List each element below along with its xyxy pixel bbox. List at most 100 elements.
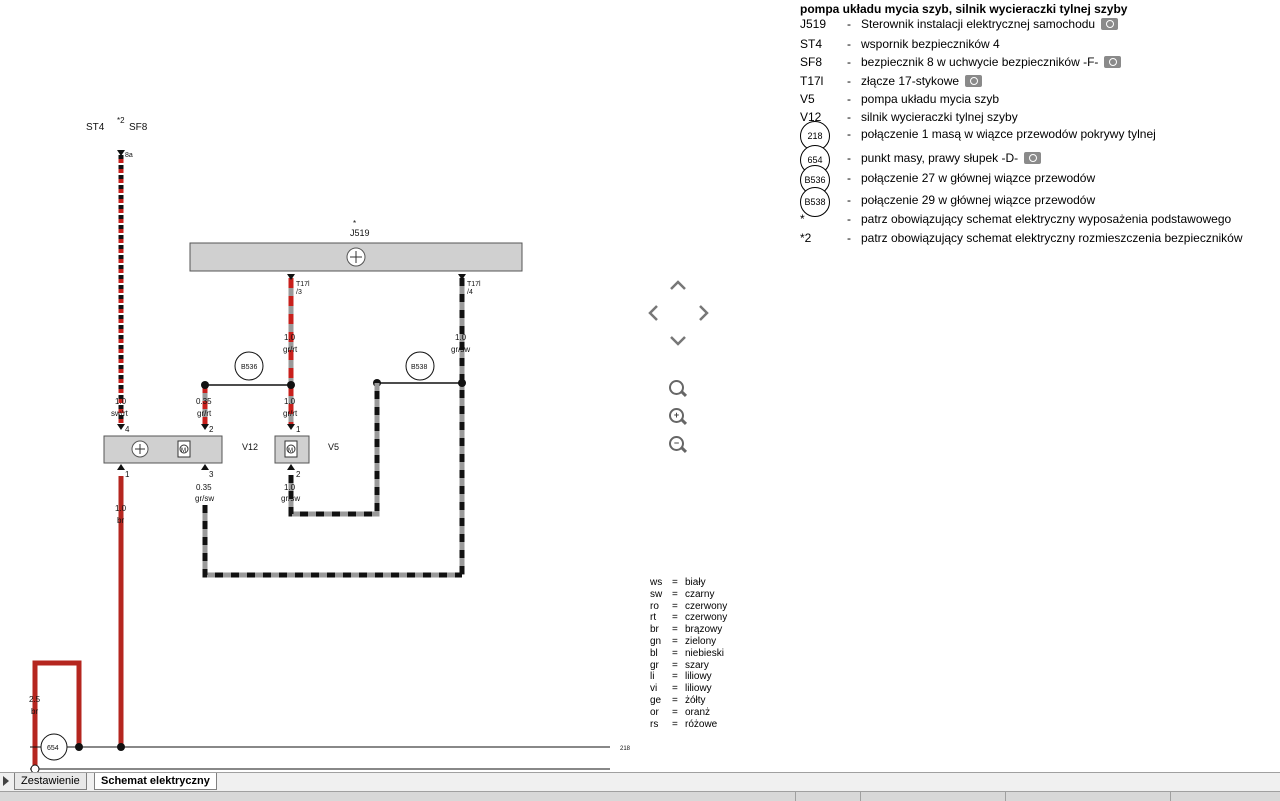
legend-desc-text: patrz obowiązujący schemat elektryczny w… [861, 212, 1232, 226]
zoom-out-icon[interactable]: − [668, 435, 688, 455]
label-w5-size: 1.0 [284, 397, 296, 406]
color-name: zielony [685, 635, 717, 647]
legend-desc: Sterownik instalacji elektrycznej samoch… [861, 17, 1119, 31]
color-name: liliowy [685, 683, 712, 695]
color-abbr: ge [650, 694, 662, 706]
legend-desc-text: złącze 17-stykowe [861, 74, 960, 88]
color-abbr: rt [650, 612, 657, 624]
b536-node-right [287, 381, 295, 389]
label-v12-pin2: 2 [209, 425, 214, 434]
legend-desc: punkt masy, prawy słupek -D- [861, 151, 1042, 165]
label-v5-pin1: 1 [296, 425, 301, 434]
color-abbr: br [650, 624, 659, 636]
equals-sign: = [672, 612, 678, 624]
legend-desc: połączenie 1 masą w wiązce przewodów pok… [861, 127, 1156, 141]
color-abbr: li [650, 671, 655, 683]
equals-sign: = [672, 659, 678, 671]
equals-sign: = [672, 671, 678, 683]
color-name: różowe [685, 718, 718, 730]
equals-sign: = [672, 624, 678, 636]
label-w7-col: gr/sw [195, 494, 214, 503]
color-name: biały [685, 577, 706, 588]
legend-desc: silnik wycieraczki tylnej szyby [861, 110, 1018, 124]
color-name: niebieski [685, 647, 724, 659]
label-v12-m: M [181, 448, 186, 454]
label-v12-pin1: 1 [125, 470, 130, 479]
legend-desc-text: połączenie 27 w głównej wiązce przewodów [861, 171, 1096, 185]
wiring-diagram: ST4 *2 SF8 8a * J519 T17l /3 T17l /4 1.0… [29, 116, 631, 772]
legend-dash: - [847, 37, 851, 51]
equals-sign: = [672, 600, 678, 612]
legend-dash: - [847, 74, 851, 88]
legend-title: pompa układu mycia szyb, silnik wycierac… [800, 2, 1128, 16]
label-sf8: SF8 [129, 122, 148, 133]
legend-code: T17l [800, 74, 824, 88]
color-name: szary [685, 659, 709, 671]
label-w4-col: gr/rt [197, 409, 212, 418]
label-v12-pin3: 3 [209, 470, 214, 479]
legend-dash: - [847, 55, 851, 69]
label-t17l-a-pin: /3 [296, 289, 302, 296]
equals-sign: = [672, 706, 678, 718]
label-w4-size: 0.35 [196, 397, 212, 406]
legend-code: * [800, 212, 805, 226]
color-abbr: or [650, 706, 659, 718]
legend-desc: połączenie 29 w głównej wiązce przewodów [861, 193, 1095, 207]
legend-code: V5 [800, 92, 815, 106]
zoom-in-icon[interactable]: + [668, 407, 688, 427]
color-name: liliowy [685, 671, 712, 683]
legend-dash: - [847, 17, 851, 31]
label-w3-col: sw/rt [111, 409, 129, 418]
pan-right-icon[interactable] [692, 302, 714, 324]
label-st4: ST4 [86, 122, 105, 133]
legend-desc-text: połączenie 1 masą w wiązce przewodów pok… [861, 127, 1156, 141]
pan-up-icon[interactable] [667, 275, 689, 297]
camera-icon[interactable] [1104, 56, 1122, 68]
b536-node-left [201, 381, 209, 389]
color-abbr: rs [650, 718, 659, 730]
label-w2-size: 1.0 [455, 333, 467, 342]
legend-dash: - [847, 171, 851, 185]
color-abbr: bl [650, 647, 658, 659]
label-w6-col: br [117, 516, 124, 525]
camera-icon[interactable] [1024, 152, 1042, 164]
tab-scroll-right-icon[interactable] [3, 776, 9, 786]
legend-dash: - [847, 193, 851, 207]
color-name: żółty [685, 694, 706, 706]
tab-schemat-elektryczny[interactable]: Schemat elektryczny [94, 773, 217, 790]
legend-desc: złącze 17-stykowe [861, 74, 983, 88]
label-w6-size: 1.0 [115, 504, 127, 513]
label-v12-pin4: 4 [125, 425, 130, 434]
equals-sign: = [672, 647, 678, 659]
legend-desc: połączenie 27 w głównej wiązce przewodów [861, 171, 1095, 185]
label-sf8-star: *2 [117, 116, 125, 125]
equals-sign: = [672, 635, 678, 647]
camera-icon[interactable] [965, 75, 983, 87]
legend-dash: - [847, 151, 851, 165]
equals-sign: = [672, 588, 678, 600]
color-name: brązowy [685, 624, 723, 636]
color-name: czerwony [685, 612, 728, 624]
label-w9-size: 2.5 [29, 695, 41, 704]
color-abbr: gr [650, 659, 659, 671]
legend-desc-text: połączenie 29 w głównej wiązce przewodów [861, 193, 1096, 207]
v12-box [103, 435, 223, 464]
label-v12: V12 [242, 442, 258, 452]
camera-icon[interactable] [1101, 18, 1119, 30]
label-w8-size: 1.0 [284, 483, 296, 492]
label-sf8-pin: 8a [125, 152, 133, 159]
b538-node-right [458, 379, 466, 387]
equals-sign: = [672, 683, 678, 695]
label-w2-col: gr/sw [451, 345, 470, 354]
pan-left-icon[interactable] [643, 302, 665, 324]
label-g654: 654 [47, 745, 59, 752]
legend-desc-text: bezpiecznik 8 w uchwycie bezpieczników -… [861, 55, 1099, 69]
color-abbr: ws [650, 577, 663, 588]
legend-dash: - [847, 127, 851, 141]
tab-zestawienie[interactable]: Zestawienie [14, 773, 87, 790]
label-v5-m: M [288, 448, 293, 454]
pan-down-icon[interactable] [667, 329, 689, 351]
zoom-fit-icon[interactable] [668, 379, 688, 399]
label-t17l-b: T17l [467, 281, 481, 288]
color-abbr: vi [650, 683, 658, 695]
